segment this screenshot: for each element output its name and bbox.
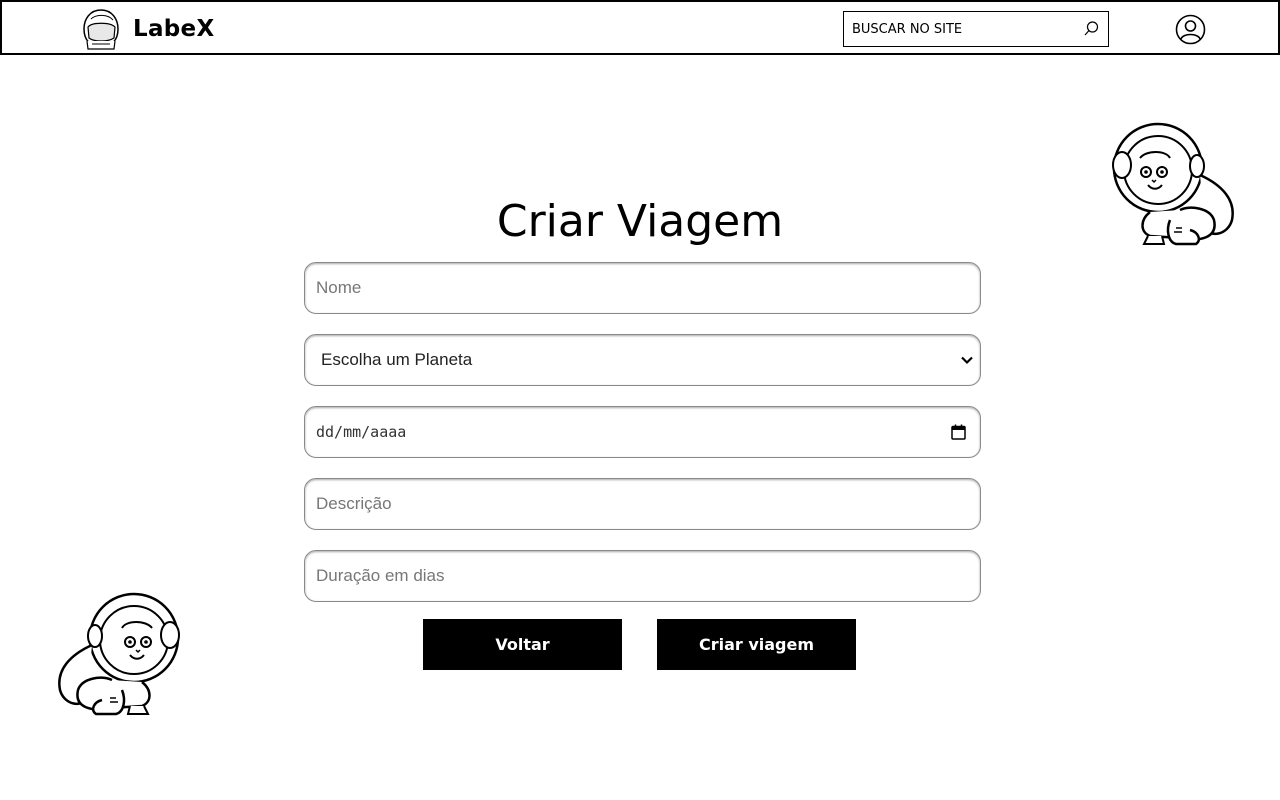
- nome-field[interactable]: [304, 262, 981, 314]
- calendar-icon[interactable]: [951, 424, 966, 440]
- voltar-button[interactable]: Voltar: [423, 619, 622, 670]
- data-field[interactable]: dd/mm/aaaa: [304, 406, 981, 458]
- duracao-input[interactable]: [316, 551, 916, 601]
- search-icon[interactable]: [1083, 20, 1100, 37]
- brand-name: LabeX: [133, 16, 215, 42]
- descricao-input[interactable]: [316, 479, 916, 529]
- chevron-down-icon[interactable]: [960, 353, 974, 367]
- planeta-selected-value: Escolha um Planeta: [321, 350, 473, 369]
- user-icon[interactable]: [1175, 14, 1206, 45]
- top-navbar: LabeX: [0, 0, 1280, 55]
- criar-viagem-button[interactable]: Criar viagem: [657, 619, 856, 670]
- nome-input[interactable]: [316, 263, 916, 313]
- astronaut-helmet-icon: [83, 9, 119, 50]
- duracao-field[interactable]: [304, 550, 981, 602]
- page-title: Criar Viagem: [496, 196, 784, 247]
- planeta-select[interactable]: Escolha um Planeta: [304, 334, 981, 386]
- astronaut-monkey-icon: [58, 592, 180, 716]
- date-input[interactable]: dd/mm/aaaa: [316, 407, 916, 457]
- search-input[interactable]: [844, 12, 1072, 46]
- search-box[interactable]: [843, 11, 1109, 47]
- descricao-field[interactable]: [304, 478, 981, 530]
- brand-logo[interactable]: LabeX: [82, 7, 214, 51]
